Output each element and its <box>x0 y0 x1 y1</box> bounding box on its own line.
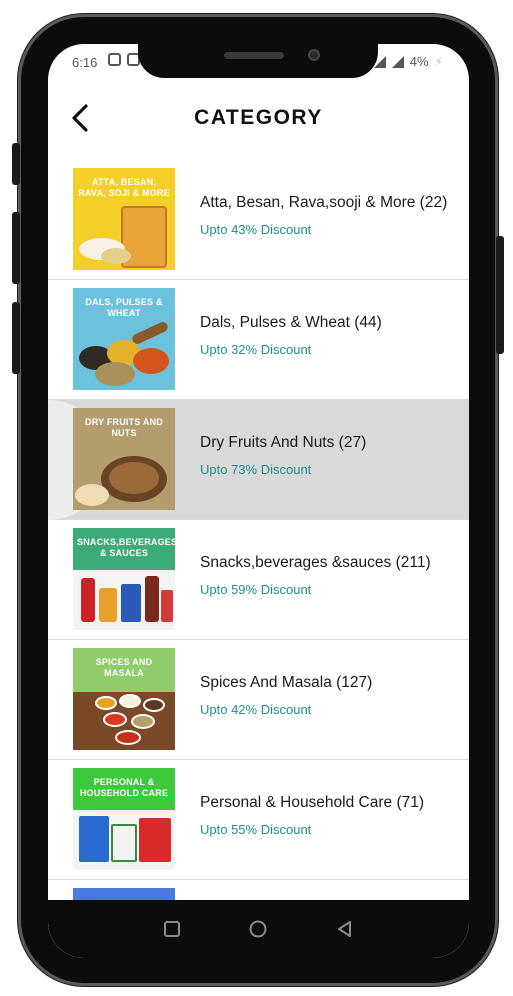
category-item-spices[interactable]: SPICES AND MASALA Spices And Masala (127… <box>48 640 469 760</box>
thumbnail-label: ATTA, BESAN, RAVA, SOJI & MORE <box>78 177 170 198</box>
battery-charging-icon: ⚡ <box>434 54 443 69</box>
category-item-snacks[interactable]: SNACKS,BEVERAGES & SAUCES Snacks,beverag… <box>48 520 469 640</box>
phone-side-button <box>12 302 20 374</box>
system-nav-bar <box>48 900 469 958</box>
category-discount: Upto 42% Discount <box>200 702 312 717</box>
product-bottle-image <box>81 578 95 622</box>
back-triangle-icon[interactable] <box>334 918 356 940</box>
spice-bowl-image <box>103 712 127 727</box>
instagram-icon <box>108 53 121 66</box>
thumbnail-label: SPICES AND MASALA <box>95 657 153 678</box>
category-title: Atta, Besan, Rava,sooji & More (22) <box>200 194 448 211</box>
category-item-personal-care[interactable]: PERSONAL & HOUSEHOLD CARE Personal & Hou… <box>48 760 469 880</box>
nuts-image <box>109 462 159 494</box>
category-thumbnail: SNACKS,BEVERAGES & SAUCES <box>73 528 175 630</box>
dal-pile-image <box>133 348 169 374</box>
header: CATEGORY <box>48 96 469 140</box>
product-box-image <box>121 584 141 622</box>
detergent-box-image <box>111 824 137 862</box>
product-bottle-image <box>145 576 159 622</box>
spice-bowl-image <box>143 698 165 712</box>
cell-signal-icon <box>391 55 404 68</box>
category-discount: Upto 59% Discount <box>200 582 312 597</box>
category-list: ATTA, BESAN, RAVA, SOJI & MORE Atta, Bes… <box>48 160 469 958</box>
page-title: CATEGORY <box>194 106 323 129</box>
status-notification-icons <box>108 53 140 66</box>
spice-bowl-image <box>95 696 117 710</box>
speaker-grille <box>224 52 284 59</box>
thumbnail-label: PERSONAL & HOUSEHOLD CARE <box>79 777 169 798</box>
recent-apps-square-icon[interactable] <box>161 918 183 940</box>
home-circle-icon[interactable] <box>247 918 269 940</box>
category-thumbnail: SPICES AND MASALA <box>73 648 175 750</box>
category-title: Dry Fruits And Nuts (27) <box>200 434 367 451</box>
scoop-image <box>130 320 170 346</box>
category-thumbnail: PERSONAL & HOUSEHOLD CARE <box>73 768 175 870</box>
category-title: Personal & Household Care (71) <box>200 794 425 811</box>
category-title: Dals, Pulses & Wheat (44) <box>200 314 382 331</box>
category-thumbnail: DRY FRUITS AND NUTS <box>73 408 175 510</box>
product-pack-image <box>161 590 173 622</box>
thumbnail-label: DRY FRUITS AND NUTS <box>85 417 163 438</box>
category-item-dry-fruits[interactable]: DRY FRUITS AND NUTS Dry Fruits And Nuts … <box>48 400 469 520</box>
category-thumbnail: ATTA, BESAN, RAVA, SOJI & MORE <box>73 168 175 270</box>
category-thumbnail: DALS, PULSES & WHEAT <box>73 288 175 390</box>
category-discount: Upto 43% Discount <box>200 222 312 237</box>
category-title: Spices And Masala (127) <box>200 674 373 691</box>
phone-side-button <box>496 236 504 354</box>
category-item-dals[interactable]: DALS, PULSES & WHEAT Dals, Pulses & Whea… <box>48 280 469 400</box>
thumbnail-label: DALS, PULSES & WHEAT <box>85 297 163 318</box>
category-discount: Upto 55% Discount <box>200 822 312 837</box>
phone-side-button <box>12 143 20 185</box>
spice-bowl-image <box>119 694 141 708</box>
spice-bowl-image <box>131 714 155 729</box>
detergent-box-image <box>79 816 109 862</box>
phone-notch <box>138 30 378 78</box>
detergent-box-image <box>139 818 171 862</box>
screen: 6:16 4% ⚡ CATEGORY ATTA, BESAN, RAVA, SO… <box>48 44 469 958</box>
category-title: Snacks,beverages &sauces (211) <box>200 554 431 571</box>
status-time: 6:16 <box>72 55 98 70</box>
category-discount: Upto 73% Discount <box>200 462 312 477</box>
front-camera <box>308 49 320 61</box>
phone-side-button <box>12 212 20 284</box>
product-jar-image <box>99 588 117 622</box>
battery-percent: 4% <box>409 54 429 69</box>
cashews-image <box>75 484 109 506</box>
dal-pile-image <box>95 362 135 386</box>
category-item-atta[interactable]: ATTA, BESAN, RAVA, SOJI & MORE Atta, Bes… <box>48 160 469 280</box>
spice-bowl-image <box>115 730 141 745</box>
status-right: 4% ⚡ <box>373 54 443 69</box>
thumbnail-label: SNACKS,BEVERAGES & SAUCES <box>77 537 175 558</box>
grain-bowl-image <box>101 248 131 264</box>
category-discount: Upto 32% Discount <box>200 342 312 357</box>
